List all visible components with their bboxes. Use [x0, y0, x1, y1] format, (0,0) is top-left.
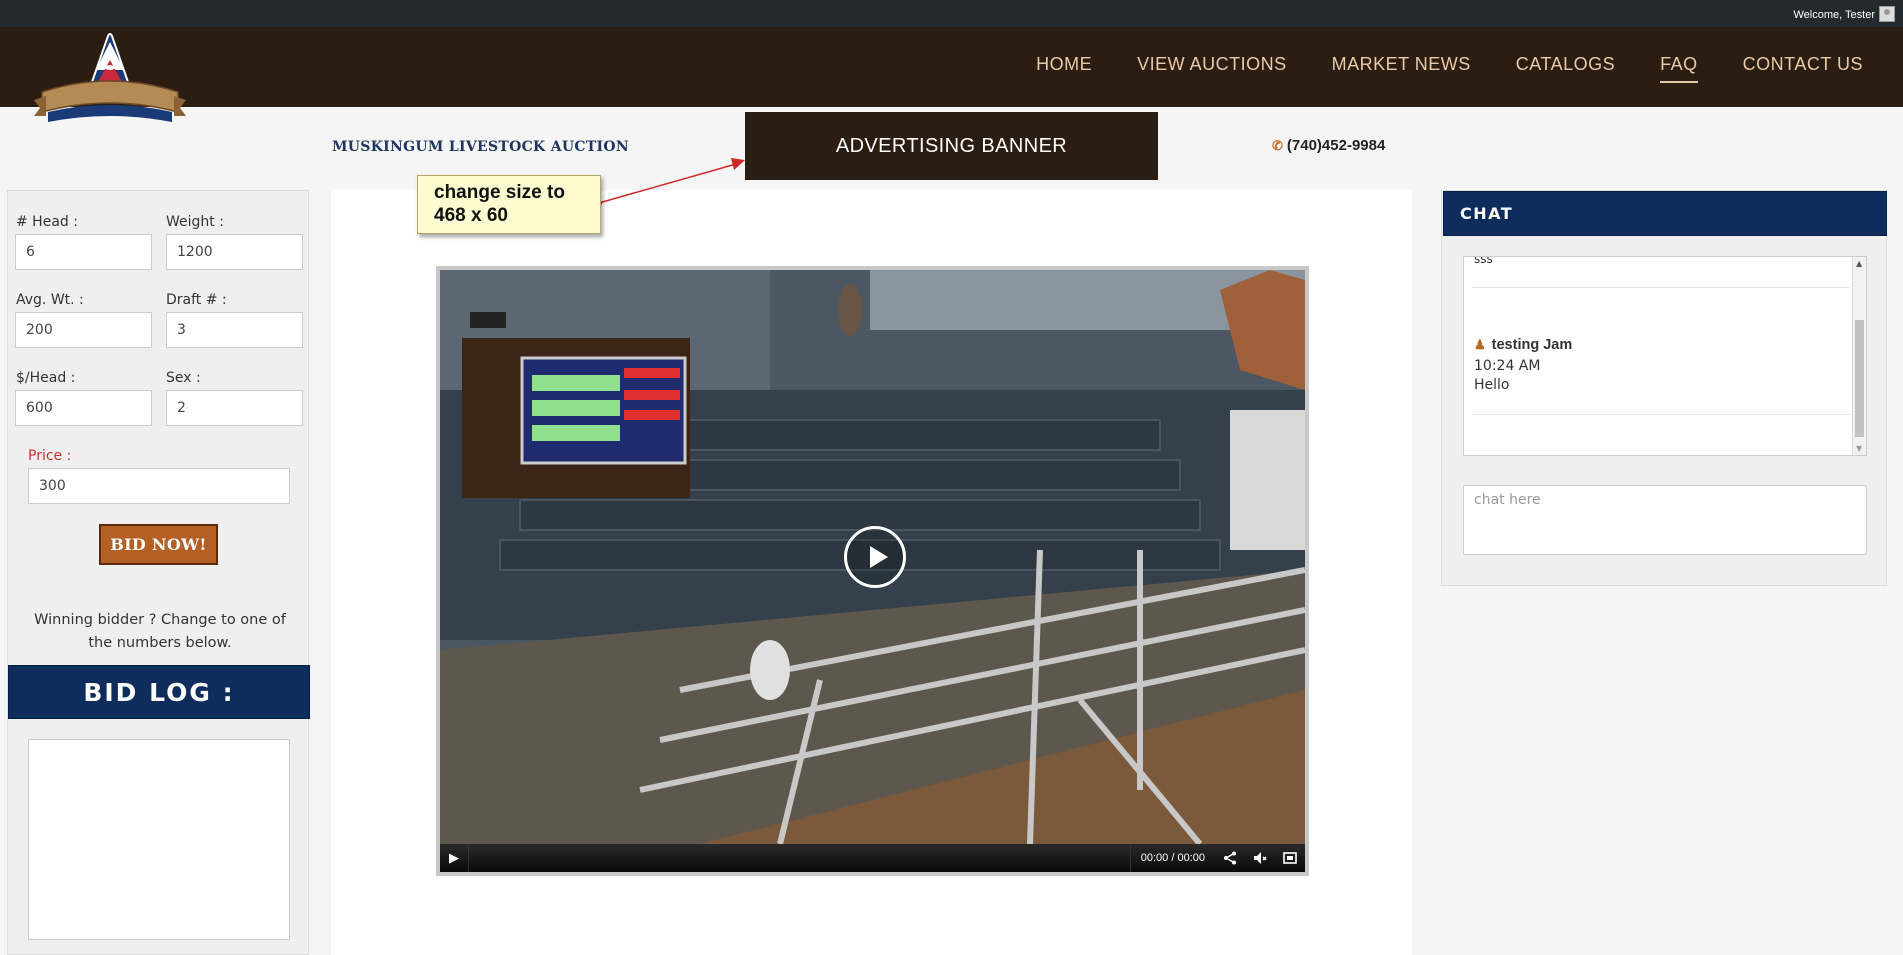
- volume-icon[interactable]: [1245, 844, 1275, 872]
- avg-wt-label: Avg. Wt. :: [16, 292, 84, 308]
- draft-input[interactable]: [166, 312, 303, 348]
- play-icon[interactable]: ▶: [440, 844, 468, 872]
- weight-input[interactable]: [166, 234, 303, 270]
- video-progress-bar[interactable]: [468, 844, 1131, 872]
- per-head-input[interactable]: [15, 390, 152, 426]
- user-avatar-icon[interactable]: [1879, 6, 1895, 22]
- nav-catalogs[interactable]: CATALOGS: [1516, 54, 1615, 83]
- user-icon: ♟: [1474, 337, 1486, 352]
- share-icon[interactable]: [1215, 844, 1245, 872]
- nav-ghost-text: [1560, 42, 1745, 52]
- scroll-thumb[interactable]: [1855, 320, 1864, 437]
- scroll-down-icon[interactable]: ▼: [1856, 444, 1862, 453]
- sex-label: Sex :: [166, 370, 201, 386]
- nav-home[interactable]: HOME: [1036, 54, 1092, 83]
- resize-callout-note: change size to 468 x 60: [417, 175, 601, 234]
- video-controls: ▶ 00:00 / 00:00: [440, 844, 1305, 872]
- chat-scrollbar[interactable]: ▲ ▼: [1852, 257, 1866, 455]
- bid-panel: # Head : Weight : Avg. Wt. : Draft # : $…: [7, 190, 310, 955]
- chat-message-user: ♟ testing Jam: [1474, 337, 1572, 353]
- video-player[interactable]: ▶ 00:00 / 00:00: [436, 266, 1309, 876]
- sex-input[interactable]: [166, 390, 303, 426]
- draft-label: Draft # :: [166, 292, 227, 308]
- main-navbar: HOME VIEW AUCTIONS MARKET NEWS CATALOGS …: [0, 27, 1903, 107]
- head-label: # Head :: [16, 214, 78, 230]
- chat-panel: CHAT sss ♟ testing Jam 10:24 AM Hello ▲ ▼: [1441, 190, 1887, 586]
- chat-log[interactable]: sss ♟ testing Jam 10:24 AM Hello ▲ ▼: [1463, 256, 1867, 456]
- welcome-text: Welcome, Tester: [1793, 9, 1875, 21]
- bid-log-header: BID LOG :: [8, 665, 310, 719]
- chat-divider: [1472, 287, 1850, 288]
- bid-log-list[interactable]: [28, 739, 290, 940]
- site-logo[interactable]: [34, 30, 186, 142]
- chat-input[interactable]: [1463, 485, 1867, 555]
- nav-faq[interactable]: FAQ: [1660, 54, 1698, 83]
- auction-phone[interactable]: ✆ (740)452-9984: [1272, 137, 1385, 154]
- top-bar: Welcome, Tester: [0, 0, 1903, 27]
- advertising-banner[interactable]: ADVERTISING BANNER: [745, 112, 1158, 180]
- chat-username: testing Jam: [1491, 337, 1573, 353]
- chat-previous-message: sss: [1474, 256, 1493, 266]
- chat-divider: [1472, 414, 1850, 415]
- avg-wt-input[interactable]: [15, 312, 152, 348]
- play-overlay-icon[interactable]: [844, 526, 906, 588]
- fullscreen-icon[interactable]: [1275, 844, 1305, 872]
- main-nav: HOME VIEW AUCTIONS MARKET NEWS CATALOGS …: [991, 54, 1863, 83]
- chat-header: CHAT: [1443, 191, 1887, 236]
- winning-bidder-note: Winning bidder ? Change to one of the nu…: [34, 612, 286, 651]
- video-frame[interactable]: [440, 270, 1305, 844]
- nav-market-news[interactable]: MARKET NEWS: [1332, 54, 1471, 83]
- auction-name: MUSKINGUM LIVESTOCK AUCTION: [332, 139, 629, 155]
- per-head-label: $/Head :: [16, 370, 76, 386]
- price-label: Price :: [28, 448, 72, 464]
- bid-log-title: BID LOG :: [83, 677, 235, 707]
- bid-now-button[interactable]: BID NOW!: [99, 524, 218, 565]
- callout-text: change size to 468 x 60: [434, 182, 565, 226]
- weight-label: Weight :: [166, 214, 224, 230]
- chat-title: CHAT: [1460, 204, 1514, 223]
- scroll-up-icon[interactable]: ▲: [1856, 259, 1862, 268]
- logo-graphic: [34, 33, 186, 122]
- nav-contact-us[interactable]: CONTACT US: [1743, 54, 1863, 83]
- phone-number: (740)452-9984: [1286, 137, 1386, 154]
- price-input[interactable]: [28, 468, 290, 504]
- chat-message-text: Hello: [1474, 377, 1510, 393]
- chat-message-time: 10:24 AM: [1474, 358, 1541, 374]
- phone-icon: ✆: [1272, 138, 1283, 153]
- video-time: 00:00 / 00:00: [1140, 852, 1205, 864]
- ad-banner-label: ADVERTISING BANNER: [835, 134, 1068, 157]
- head-input[interactable]: [15, 234, 152, 270]
- nav-view-auctions[interactable]: VIEW AUCTIONS: [1137, 54, 1287, 83]
